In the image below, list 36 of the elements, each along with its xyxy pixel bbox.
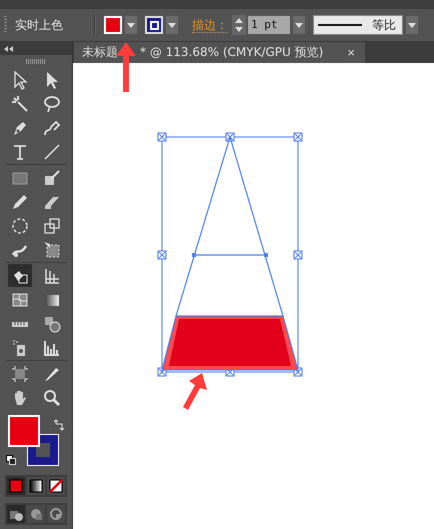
draw-normal-icon[interactable] xyxy=(7,505,25,523)
default-colors-icon[interactable] xyxy=(6,455,16,465)
collapse-icon[interactable] xyxy=(4,46,13,52)
tab-title: 未标题 xyxy=(82,44,118,61)
tool-label: 实时上色 xyxy=(15,16,64,34)
dropdown-button[interactable] xyxy=(406,16,418,34)
fill-color-swatch[interactable] xyxy=(8,415,40,447)
panel-grip[interactable] xyxy=(26,59,46,64)
panel-grip[interactable] xyxy=(4,16,7,34)
stroke-profile-field[interactable]: 等比 xyxy=(313,15,403,35)
dropdown-button[interactable] xyxy=(125,16,137,34)
draw-inside-icon[interactable] xyxy=(47,505,65,523)
caret-icon xyxy=(408,22,416,28)
stroke-line-preview xyxy=(318,24,362,26)
live-paint-tool-icon[interactable] xyxy=(8,264,32,287)
draw-behind-icon[interactable] xyxy=(27,505,45,523)
dropdown-button[interactable] xyxy=(166,16,178,34)
profile-text: 等比 xyxy=(372,16,396,34)
annotation-arrow xyxy=(183,373,207,410)
swap-arrows-icon[interactable] xyxy=(54,419,64,431)
caret-icon xyxy=(168,22,176,28)
stroke-swatch[interactable] xyxy=(145,16,163,34)
none-mode-icon[interactable] xyxy=(47,477,65,495)
caret-icon xyxy=(295,22,303,28)
stroke-link[interactable]: 描边： xyxy=(192,18,228,32)
gradient-mode-icon[interactable] xyxy=(27,477,45,495)
annotation-arrow xyxy=(116,42,136,92)
fill-swatch[interactable] xyxy=(104,16,122,34)
tab-title: * @ 113.68% (CMYK/GPU 预览) xyxy=(140,44,324,61)
document-tab[interactable]: 未标题 * @ 113.68% (CMYK/GPU 预览) × xyxy=(74,42,365,63)
dropdown-button[interactable] xyxy=(293,16,305,34)
stroke-weight-field[interactable]: 1 pt xyxy=(248,16,290,34)
close-button[interactable]: × xyxy=(345,45,357,60)
color-mode-icon[interactable] xyxy=(7,477,25,495)
caret-icon xyxy=(127,22,135,28)
spinner-arrows[interactable] xyxy=(232,15,246,35)
